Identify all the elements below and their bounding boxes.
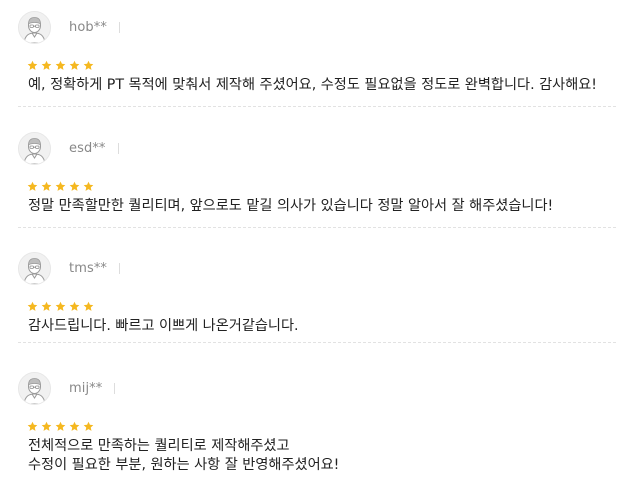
review-text-line: 수정이 필요한 부분, 원하는 사항 잘 반영해주셨어요!	[28, 457, 340, 473]
review-divider	[18, 106, 616, 107]
star-icon	[55, 421, 66, 431]
star-icon	[27, 301, 38, 311]
review-text: 예, 정확하게 PT 목적에 맞춰서 제작해 주셨어요, 수정도 필요없을 정도…	[28, 76, 597, 95]
user-avatar-icon	[19, 252, 50, 284]
user-avatar-icon	[19, 372, 50, 404]
star-icon	[55, 301, 66, 311]
star-icon	[83, 301, 94, 311]
star-icon	[27, 181, 38, 191]
star-icon	[41, 421, 52, 431]
star-icon	[83, 181, 94, 191]
user-avatar-icon	[19, 11, 50, 43]
review-text: 감사드립니다. 빠르고 이쁘게 나온거같습니다.	[28, 317, 299, 336]
star-icon	[55, 60, 66, 70]
review-text-line: 전체적으로 만족하는 퀄리티로 제작해주셨고	[28, 438, 290, 454]
star-rating	[27, 181, 94, 192]
review-header: tms**	[18, 251, 121, 285]
reviewer-name: esd**	[69, 140, 106, 156]
review-divider	[18, 227, 616, 228]
review-header: mij**	[18, 371, 116, 405]
user-avatar-icon	[19, 132, 50, 164]
review-text-line: 예, 정확하게 PT 목적에 맞춰서 제작해 주셨어요, 수정도 필요없을 정도…	[28, 77, 597, 93]
star-icon	[69, 421, 80, 431]
header-divider	[119, 262, 121, 274]
review-divider	[18, 342, 616, 343]
avatar	[18, 251, 51, 285]
avatar	[18, 10, 51, 44]
review-header: hob**	[18, 10, 120, 44]
star-icon	[69, 181, 80, 191]
star-icon	[69, 301, 80, 311]
reviewer-name: tms**	[69, 260, 108, 276]
star-rating	[27, 60, 94, 71]
star-icon	[41, 301, 52, 311]
avatar	[18, 131, 51, 165]
star-icon	[55, 181, 66, 191]
star-icon	[41, 181, 52, 191]
star-icon	[83, 421, 94, 431]
review-text: 정말 만족할만한 퀄리티며, 앞으로도 맡길 의사가 있습니다 정말 알아서 잘…	[28, 197, 553, 216]
star-icon	[41, 60, 52, 70]
review-text-line: 감사드립니다. 빠르고 이쁘게 나온거같습니다.	[28, 318, 299, 334]
star-rating	[27, 421, 94, 432]
star-icon	[69, 60, 80, 70]
review-text-line: 정말 만족할만한 퀄리티며, 앞으로도 맡길 의사가 있습니다 정말 알아서 잘…	[28, 198, 554, 214]
review-header: esd**	[18, 131, 119, 165]
header-divider	[114, 382, 116, 394]
star-rating	[27, 301, 94, 312]
reviewer-name: mij**	[69, 380, 103, 396]
star-icon	[83, 60, 94, 70]
header-divider	[118, 21, 120, 33]
header-divider	[117, 142, 119, 154]
reviewer-name: hob**	[69, 19, 107, 35]
star-icon	[27, 421, 38, 431]
star-icon	[27, 60, 38, 70]
review-text: 전체적으로 만족하는 퀄리티로 제작해주셨고수정이 필요한 부분, 원하는 사항…	[28, 437, 339, 475]
avatar	[18, 371, 51, 405]
